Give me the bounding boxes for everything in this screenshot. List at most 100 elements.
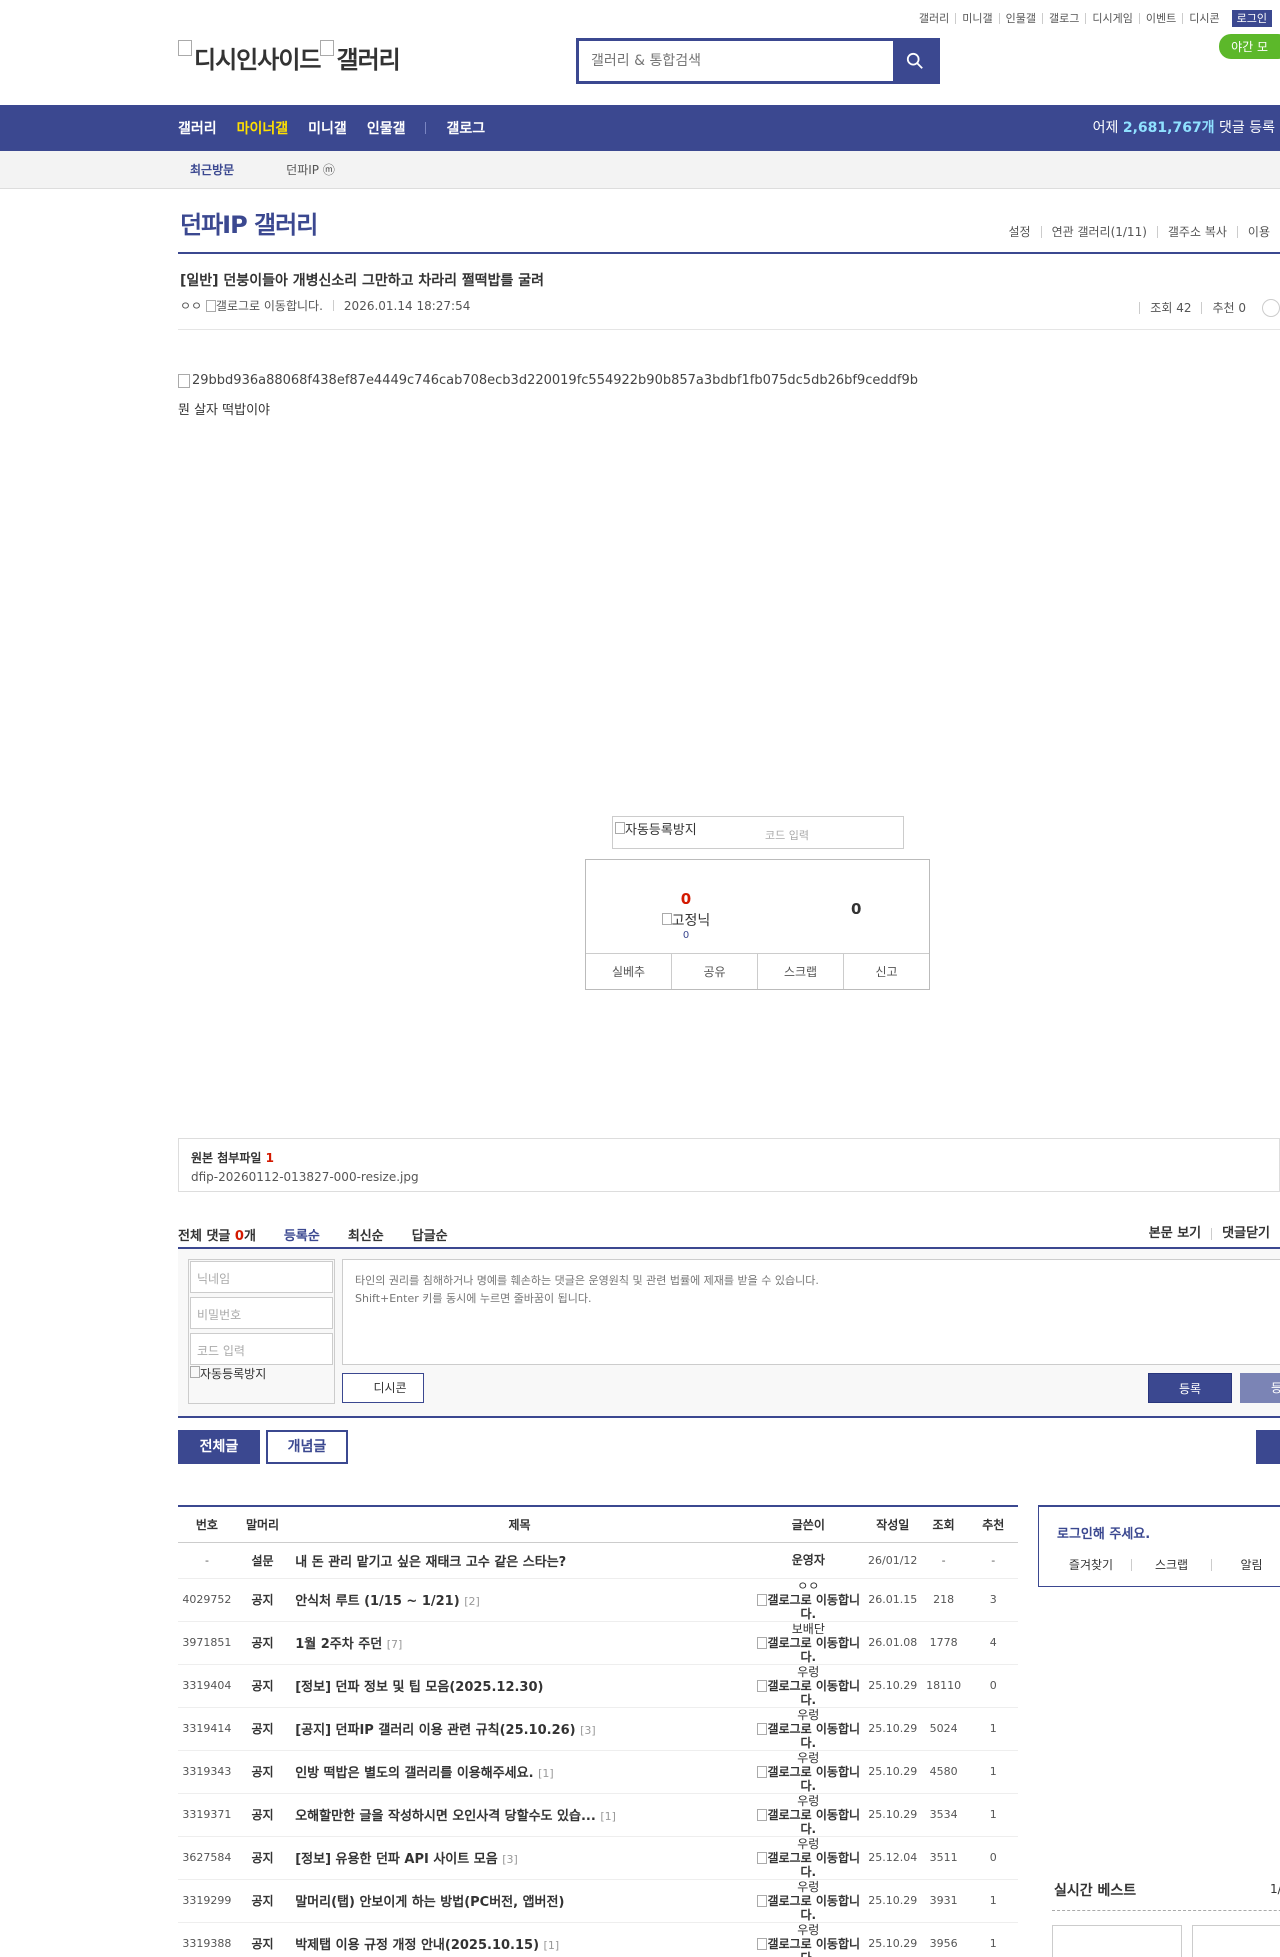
reply-count[interactable]: [1]: [538, 1767, 554, 1780]
table-row[interactable]: - 설문 내 돈 관리 맡기고 싶은 재태크 고수 같은 스타는? 운영자 26/01…: [178, 1542, 1018, 1579]
post-title-link[interactable]: [공지] 던파IP 갤러리 이용 관련 규칙(25.10.26): [295, 1723, 575, 1738]
captcha-code-field[interactable]: 코드 입력: [190, 1333, 333, 1365]
writer-nick[interactable]: 우렁: [750, 1880, 867, 1894]
post-title-cell[interactable]: [공지] 던파IP 갤러리 이용 관련 규칙(25.10.26) [3]: [289, 1707, 750, 1751]
night-mode-toggle[interactable]: 야간 모: [1219, 34, 1280, 59]
gallog-link[interactable]: 갤로그로 이동합니다.: [216, 297, 323, 314]
dccon-button[interactable]: 디시콘: [342, 1373, 424, 1403]
post-title-cell[interactable]: 오해할만한 글을 작성하시면 오인사격 당할수도 있습... [1]: [289, 1793, 750, 1837]
table-row[interactable]: 3319371 공지 오해할만한 글을 작성하시면 오인사격 당할수도 있습... …: [178, 1793, 1018, 1837]
nav-gallery[interactable]: 갤러리: [178, 118, 217, 138]
nav-person-gallery[interactable]: 인물갤: [367, 118, 406, 138]
post-title-link[interactable]: [정보] 던파 정보 및 팁 모음(2025.12.30): [295, 1680, 543, 1695]
nav-gallog[interactable]: 갤로그: [446, 118, 485, 138]
post-title-cell[interactable]: [정보] 던파 정보 및 팁 모음(2025.12.30): [289, 1664, 750, 1708]
post-title-cell[interactable]: 말머리(탭) 안보이게 하는 방법(PC버전, 앱버전): [289, 1879, 750, 1923]
writer-nick[interactable]: 보배단: [750, 1622, 867, 1636]
search-input[interactable]: [579, 41, 893, 81]
table-row[interactable]: 3319299 공지 말머리(탭) 안보이게 하는 방법(PC버전, 앱버전) 우렁…: [178, 1879, 1018, 1923]
gallog-link[interactable]: 갤로그로 이동합니다.: [750, 1593, 867, 1621]
table-row[interactable]: 3319404 공지 [정보] 던파 정보 및 팁 모음(2025.12.30) 우…: [178, 1664, 1018, 1708]
reply-count[interactable]: [7]: [387, 1638, 403, 1651]
post-title-cell[interactable]: 박제탭 이용 규정 개정 안내(2025.10.15) [1]: [289, 1922, 750, 1957]
recent-visit-item[interactable]: 던파IP ⓜ: [286, 151, 335, 189]
concept-posts-button[interactable]: 개념글: [266, 1430, 348, 1464]
view-body-button[interactable]: 본문 보기: [1139, 1227, 1211, 1240]
reply-count[interactable]: [3]: [580, 1724, 596, 1737]
favorites-link[interactable]: 즐겨찾기: [1051, 1559, 1131, 1571]
scrap-button[interactable]: 스크랩: [757, 954, 843, 989]
post-title-cell[interactable]: 인방 떡밥은 별도의 갤러리를 이용해주세요. [1]: [289, 1750, 750, 1794]
nav-minor-gallery[interactable]: 마이너갤: [237, 118, 289, 138]
copy-gallery-address[interactable]: 갤주소 복사: [1156, 226, 1237, 238]
share-button[interactable]: 공유: [671, 954, 757, 989]
realtime-best-page[interactable]: 1/: [1270, 1882, 1280, 1896]
post-title-link[interactable]: 말머리(탭) 안보이게 하는 방법(PC버전, 앱버전): [295, 1895, 564, 1910]
comment-register-recommend-button[interactable]: 등록: [1240, 1373, 1280, 1403]
nickname-field[interactable]: 닉네임: [190, 1261, 333, 1293]
gallog-link[interactable]: 갤로그로 이동합니다.: [750, 1851, 867, 1879]
post-title-cell[interactable]: 안식처 루트 (1/15 ~ 1/21) [2]: [289, 1578, 750, 1622]
reply-count[interactable]: [1]: [600, 1810, 616, 1823]
util-link-dccon[interactable]: 디시콘: [1182, 13, 1225, 24]
post-title-link[interactable]: 박제탭 이용 규정 개정 안내(2025.10.15): [295, 1938, 539, 1953]
comment-textarea[interactable]: [342, 1259, 1280, 1365]
tab-sort-registered[interactable]: 등록순: [284, 1225, 320, 1244]
table-row[interactable]: 3319388 공지 박제탭 이용 규정 개정 안내(2025.10.15) [1]…: [178, 1922, 1018, 1957]
tab-sort-latest[interactable]: 최신순: [348, 1225, 384, 1244]
gallog-link[interactable]: 갤로그로 이동합니다.: [750, 1636, 867, 1664]
post-title-link[interactable]: 안식처 루트 (1/15 ~ 1/21): [295, 1594, 459, 1609]
post-title-cell[interactable]: 내 돈 관리 맡기고 싶은 재태크 고수 같은 스타는?: [289, 1542, 750, 1579]
util-link-mini[interactable]: 미니갤: [955, 13, 998, 24]
table-row[interactable]: 3319414 공지 [공지] 던파IP 갤러리 이용 관련 규칙(25.10.26…: [178, 1707, 1018, 1751]
util-link-event[interactable]: 이벤트: [1138, 13, 1182, 24]
gallog-link[interactable]: 갤로그로 이동합니다.: [750, 1722, 867, 1750]
captcha-input[interactable]: 코드 입력: [765, 827, 809, 843]
notifications-link[interactable]: 알림: [1211, 1559, 1280, 1571]
gallog-link[interactable]: 갤로그로 이동합니다.: [750, 1765, 867, 1793]
nav-mini-gallery[interactable]: 미니갤: [308, 118, 347, 138]
all-posts-button[interactable]: 전체글: [178, 1430, 260, 1464]
writer-nick[interactable]: ㅇㅇ: [750, 1579, 867, 1593]
tab-sort-replies[interactable]: 답글순: [412, 1225, 448, 1244]
post-title-link[interactable]: 인방 떡밥은 별도의 갤러리를 이용해주세요.: [295, 1766, 533, 1781]
gallog-link[interactable]: 갤로그로 이동합니다.: [750, 1808, 867, 1836]
related-galleries[interactable]: 연관 갤러리(1/11): [1040, 226, 1157, 238]
post-title-link[interactable]: 1월 2주차 주던: [295, 1637, 382, 1652]
reply-count[interactable]: [2]: [464, 1595, 480, 1608]
attachment-file[interactable]: dfip-20260112-013827-000-resize.jpg: [191, 1170, 1267, 1184]
writer-nick[interactable]: 우렁: [750, 1837, 867, 1851]
gallery-settings[interactable]: 설정: [998, 226, 1040, 238]
writer-nick[interactable]: 우렁: [750, 1923, 867, 1937]
comment-register-button[interactable]: 등록: [1148, 1373, 1232, 1403]
write-button[interactable]: [1256, 1430, 1280, 1464]
login-button[interactable]: 로그인: [1231, 10, 1272, 27]
post-title-link[interactable]: [정보] 유용한 던파 API 사이트 모음: [295, 1852, 497, 1867]
table-row[interactable]: 3319343 공지 인방 떡밥은 별도의 갤러리를 이용해주세요. [1] 우렁 갤로…: [178, 1750, 1018, 1794]
util-link-gallog[interactable]: 갤로그: [1042, 13, 1085, 24]
table-row[interactable]: 3971851 공지 1월 2주차 주던 [7] 보배단 갤로그로 이동합니다. 26.0…: [178, 1621, 1018, 1665]
gallery-usage[interactable]: 이용: [1236, 226, 1280, 238]
util-link-gallery[interactable]: 갤러리: [913, 13, 955, 24]
best-card[interactable]: [1192, 1925, 1280, 1957]
gallery-title[interactable]: 던파IP 갤러리: [180, 205, 318, 240]
writer-nick[interactable]: 우렁: [750, 1708, 867, 1722]
table-row[interactable]: 4029752 공지 안식처 루트 (1/15 ~ 1/21) [2] ㅇㅇ 갤로그로 …: [178, 1578, 1018, 1622]
login-prompt[interactable]: 로그인해 주세요.: [1057, 1523, 1150, 1542]
post-title-link[interactable]: 오해할만한 글을 작성하시면 오인사격 당할수도 있습...: [295, 1809, 596, 1824]
report-button[interactable]: 신고: [843, 954, 929, 989]
post-title-cell[interactable]: [정보] 유용한 던파 API 사이트 모음 [3]: [289, 1836, 750, 1880]
writer-nick[interactable]: 우렁: [750, 1794, 867, 1808]
search-button[interactable]: [893, 41, 937, 81]
util-link-person[interactable]: 인물갤: [998, 13, 1042, 24]
post-title-link[interactable]: 내 돈 관리 맡기고 싶은 재태크 고수 같은 스타는?: [295, 1555, 566, 1570]
writer-nick[interactable]: 우렁: [750, 1665, 867, 1679]
password-field[interactable]: 비밀번호: [190, 1297, 333, 1329]
util-link-game[interactable]: 디시게임: [1085, 13, 1138, 24]
table-row[interactable]: 3627584 공지 [정보] 유용한 던파 API 사이트 모음 [3] 우렁 갤로그…: [178, 1836, 1018, 1880]
gallog-link[interactable]: 갤로그로 이동합니다.: [750, 1679, 867, 1707]
scrap-link[interactable]: 스크랩: [1131, 1559, 1211, 1571]
writer-nick[interactable]: 우렁: [750, 1751, 867, 1765]
reply-count[interactable]: [3]: [502, 1853, 518, 1866]
best-card[interactable]: [1052, 1925, 1182, 1957]
